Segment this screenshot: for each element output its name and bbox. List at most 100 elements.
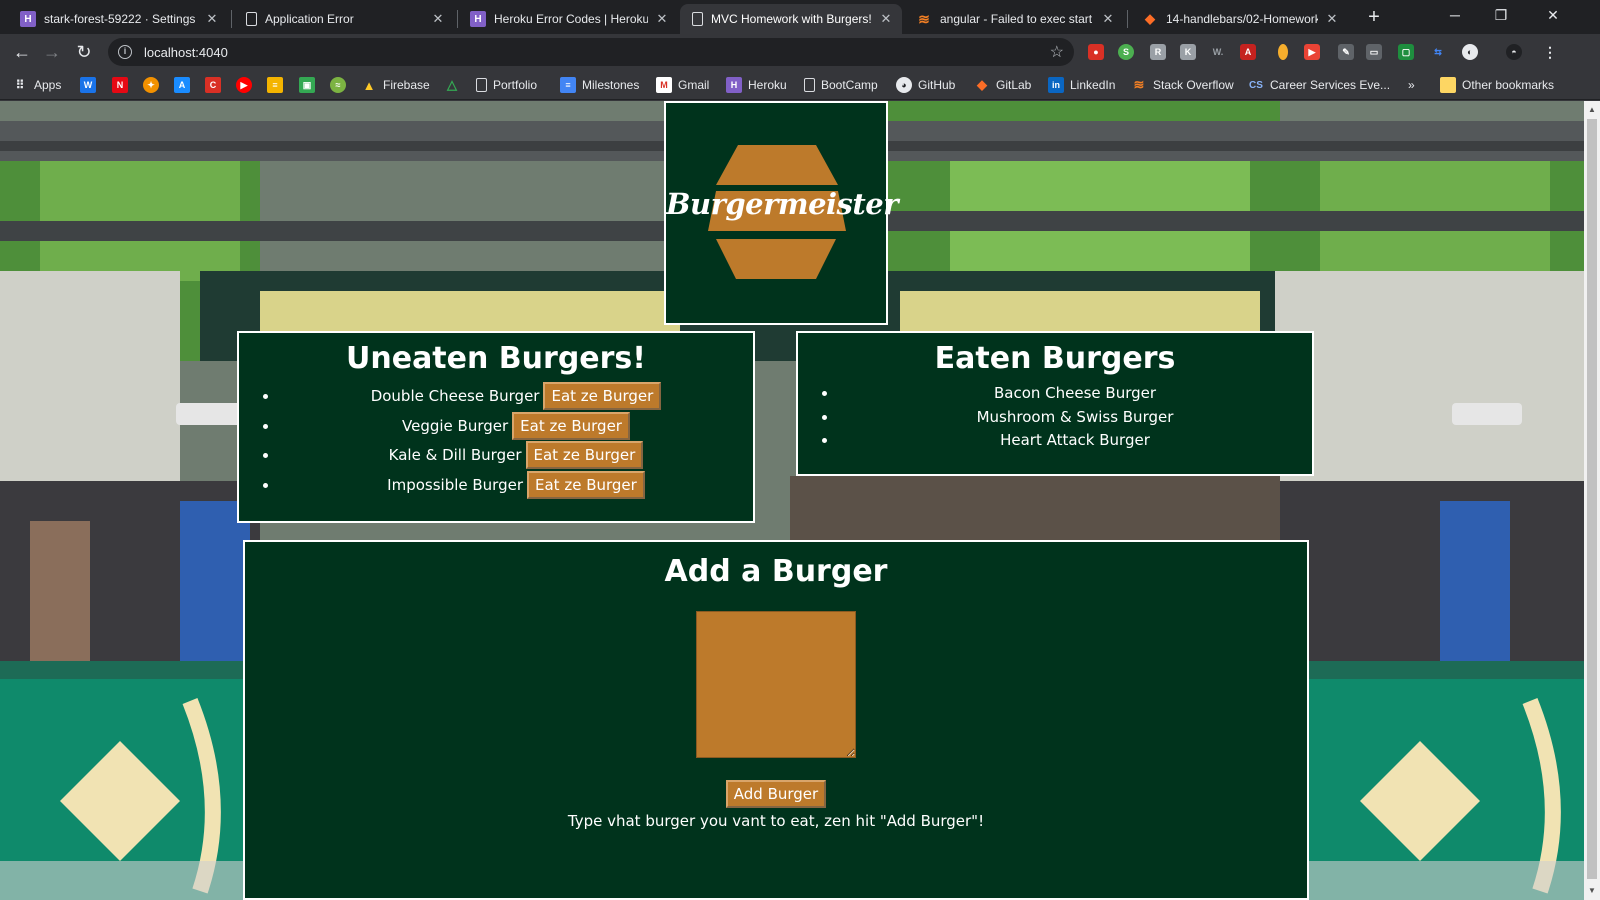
info-icon[interactable]: i	[118, 45, 132, 59]
new-tab-button[interactable]: +	[1362, 6, 1386, 30]
eaten-burgers-panel: Eaten Burgers Bacon Cheese Burger Mushro…	[796, 331, 1314, 476]
bookmarks-overflow-chevron-icon: »	[1408, 78, 1415, 92]
list-item: Mushroom & Swiss Burger	[838, 406, 1312, 430]
bookmark-label: Career Services Eve...	[1270, 78, 1391, 92]
extension-icon-11[interactable]: ▢	[1398, 44, 1414, 60]
extension-icon-7[interactable]	[1278, 44, 1288, 60]
github-icon: ◕	[896, 77, 912, 93]
minimize-icon[interactable]: ─	[1432, 0, 1478, 30]
tab-separator	[231, 10, 232, 28]
forward-arrow-icon[interactable]: →	[40, 40, 64, 64]
close-icon[interactable]: ✕	[1324, 11, 1340, 27]
bookmark-5[interactable]: C	[205, 76, 227, 94]
tab-title: Application Error	[265, 12, 354, 26]
list-item: Heart Attack Burger	[838, 429, 1312, 453]
reload-icon[interactable]: ↻	[72, 40, 96, 64]
star-icon[interactable]: ☆	[1050, 42, 1064, 62]
scroll-thumb[interactable]	[1587, 119, 1597, 879]
tab-application-error[interactable]: Application Error ✕	[234, 4, 454, 34]
tab-gitlab-homework[interactable]: ◆ 14-handlebars/02-Homework/ ✕	[1130, 4, 1348, 34]
extension-icon-2[interactable]: S	[1118, 44, 1134, 60]
window-close-icon[interactable]: ✕	[1530, 0, 1576, 30]
extension-icon-3[interactable]: R	[1150, 44, 1166, 60]
bookmark-icon-9: ≈	[330, 77, 346, 93]
bookmark-2[interactable]: N	[112, 76, 134, 94]
bookmark-gmail[interactable]: M Gmail	[656, 76, 709, 94]
extension-icon-10[interactable]: ▭	[1366, 44, 1382, 60]
document-icon	[246, 12, 257, 26]
bookmark-3[interactable]: ✦	[143, 76, 165, 94]
bookmark-bootcamp[interactable]: BootCamp	[804, 76, 878, 94]
tab-angular-stackoverflow[interactable]: ≋ angular - Failed to exec start sc ✕	[904, 4, 1124, 34]
tab-mvc-homework[interactable]: MVC Homework with Burgers! ✕	[680, 4, 902, 34]
linkedin-icon: in	[1048, 77, 1064, 93]
extension-icon-8[interactable]: ▶	[1304, 44, 1320, 60]
gitlab-icon: ◆	[977, 77, 987, 92]
bookmark-aol[interactable]: A	[174, 76, 196, 94]
close-icon[interactable]: ✕	[878, 11, 894, 27]
bookmark-label: Stack Overflow	[1153, 78, 1234, 92]
bookmark-portfolio[interactable]: Portfolio	[476, 76, 537, 94]
close-icon[interactable]: ✕	[1100, 11, 1116, 27]
bookmark-linkedin[interactable]: in LinkedIn	[1048, 76, 1115, 94]
tab-heroku-error-codes[interactable]: H Heroku Error Codes | Heroku D ✕	[458, 4, 678, 34]
document-icon	[476, 78, 487, 92]
burger-name-input[interactable]	[696, 611, 856, 758]
bookmark-9[interactable]: ≈	[330, 76, 352, 94]
bookmark-label: LinkedIn	[1070, 78, 1116, 92]
google-drive-icon: △	[447, 77, 457, 92]
tab-separator	[1127, 10, 1128, 28]
eat-burger-button[interactable]: Eat ze Burger	[525, 441, 644, 469]
menu-kebab-icon[interactable]: ⋮	[1542, 44, 1558, 60]
scroll-down-arrow-icon[interactable]: ▼	[1587, 886, 1597, 896]
bookmark-github[interactable]: ◕ GitHub	[896, 76, 955, 94]
bookmark-heroku[interactable]: H Heroku	[726, 76, 787, 94]
extension-icon-4[interactable]: K	[1180, 44, 1196, 60]
eat-burger-button[interactable]: Eat ze Burger	[527, 470, 645, 499]
restore-icon[interactable]: ❐	[1478, 0, 1524, 30]
tab-title: stark-forest-59222 · Settings | H	[44, 12, 198, 26]
bookmark-google-drive[interactable]: △	[444, 76, 466, 94]
list-item: Kale & Dill BurgerEat ze Burger	[279, 441, 753, 471]
bookmark-apps[interactable]: ⠿ Apps	[12, 76, 62, 94]
close-icon[interactable]: ✕	[430, 11, 446, 27]
page-scrollbar[interactable]: ▲ ▼	[1584, 101, 1600, 900]
eat-burger-button[interactable]: Eat ze Burger	[512, 411, 630, 440]
pdf-extension-icon[interactable]: A	[1240, 44, 1256, 60]
extension-icon-1[interactable]: ●	[1088, 44, 1104, 60]
bookmarks-overflow-button[interactable]: »	[1408, 76, 1415, 94]
close-icon[interactable]: ✕	[204, 11, 220, 27]
extension-icon-12[interactable]: ⇆	[1430, 44, 1446, 60]
bookmark-7[interactable]: ≡	[267, 76, 289, 94]
address-bar[interactable]: i localhost:4040 ☆	[108, 38, 1074, 66]
scroll-up-arrow-icon[interactable]: ▲	[1587, 105, 1597, 115]
bookmark-gitlab[interactable]: ◆ GitLab	[974, 76, 1031, 94]
logo-panel: Burgermeister	[664, 101, 899, 325]
youtube-icon: ▶	[236, 77, 252, 93]
bookmark-1[interactable]: W	[80, 76, 102, 94]
extension-icon-5[interactable]: W.	[1210, 44, 1226, 60]
gitlab-icon: ◆	[1145, 11, 1155, 26]
eat-burger-button[interactable]: Eat ze Burger	[543, 382, 662, 410]
close-icon[interactable]: ✕	[654, 11, 670, 27]
bookmark-firebase[interactable]: ▲ Firebase	[361, 76, 430, 94]
other-bookmarks-folder[interactable]: Other bookmarks	[1440, 76, 1554, 94]
extension-icon-13[interactable]: ◐	[1462, 44, 1478, 60]
bookmark-milestones[interactable]: ≡ Milestones	[560, 76, 639, 94]
tab-heroku-settings[interactable]: H stark-forest-59222 · Settings | H ✕	[8, 4, 228, 34]
list-item: Bacon Cheese Burger	[838, 382, 1312, 406]
back-arrow-icon[interactable]: ←	[10, 40, 34, 64]
bookmark-8[interactable]: ▣	[299, 76, 321, 94]
list-item: Impossible BurgerEat ze Burger	[279, 470, 753, 501]
bookmark-career-services[interactable]: CS Career Services Eve...	[1248, 76, 1390, 94]
bookmark-stack-overflow[interactable]: ≋ Stack Overflow	[1131, 76, 1234, 94]
extension-icon-9[interactable]: ✎	[1338, 44, 1354, 60]
bookmark-label: GitHub	[918, 78, 956, 92]
add-burger-button[interactable]: Add Burger	[725, 780, 827, 808]
docs-icon: ≡	[560, 77, 576, 93]
bookmark-youtube[interactable]: ▶	[236, 76, 258, 94]
burger-name: Veggie Burger	[402, 416, 509, 435]
browser-toolbar: ← → ↻ i localhost:4040 ☆ ● S R K W. A ▶ …	[0, 34, 1600, 70]
tab-strip: H stark-forest-59222 · Settings | H ✕ Ap…	[0, 0, 1600, 34]
profile-avatar-icon[interactable]: ◓	[1506, 44, 1522, 60]
